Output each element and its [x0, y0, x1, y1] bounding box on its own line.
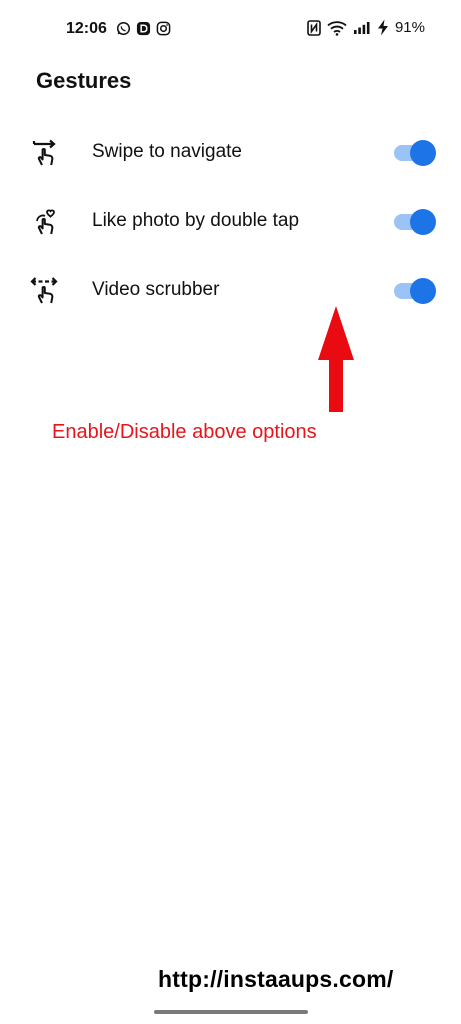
toggle-thumb [410, 209, 436, 235]
instagram-icon [156, 21, 171, 36]
signal-icon [353, 21, 371, 35]
watermark-url: http://instaaups.com/ [158, 966, 394, 992]
status-bar: 12:06 91% [0, 0, 461, 60]
swipe-to-navigate-toggle[interactable] [394, 140, 438, 166]
scrub-gesture-icon [30, 276, 60, 306]
notification-icons [116, 21, 171, 36]
gesture-settings-list: Swipe to navigate Like photo by double t… [0, 118, 461, 325]
up-arrow-icon [318, 306, 354, 412]
setting-row-video-scrubber[interactable]: Video scrubber [0, 256, 461, 325]
system-status-icons: 91% [307, 19, 425, 36]
double-tap-like-icon [30, 207, 60, 237]
nfc-icon [307, 19, 321, 36]
setting-row-double-tap-like[interactable]: Like photo by double tap [0, 187, 461, 256]
wifi-icon [327, 20, 347, 36]
status-time: 12:06 [66, 20, 107, 37]
setting-label: Like photo by double tap [92, 210, 300, 231]
whatsapp-icon [116, 21, 131, 36]
home-indicator[interactable] [154, 1010, 308, 1014]
double-tap-like-toggle[interactable] [394, 209, 438, 235]
swipe-gesture-icon [30, 138, 60, 168]
page-title: Gestures [36, 68, 132, 93]
video-scrubber-toggle[interactable] [394, 278, 438, 304]
charging-icon [377, 19, 389, 36]
setting-label: Video scrubber [92, 279, 220, 300]
d-app-icon [136, 21, 151, 36]
annotation-text: Enable/Disable above options [52, 421, 317, 443]
toggle-thumb [410, 278, 436, 304]
toggle-thumb [410, 140, 436, 166]
battery-percentage: 91% [394, 19, 425, 36]
setting-label: Swipe to navigate [92, 141, 242, 162]
setting-row-swipe-to-navigate[interactable]: Swipe to navigate [0, 118, 461, 187]
